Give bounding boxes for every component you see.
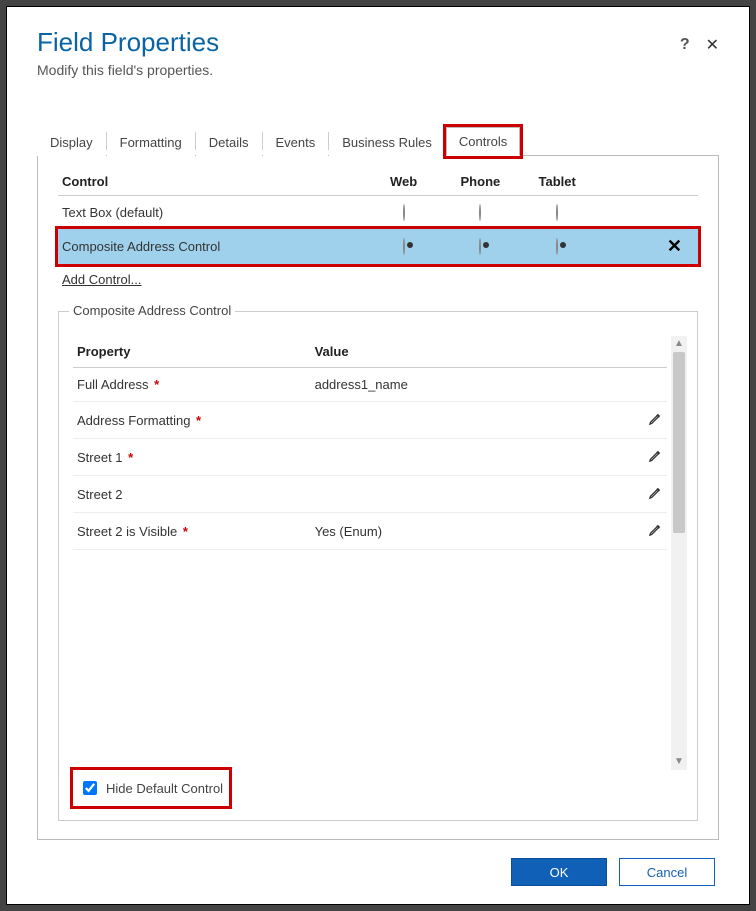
control-row-composite-address[interactable]: Composite Address Control ✕: [58, 229, 698, 264]
property-name: Street 2 is Visible *: [73, 513, 311, 550]
col-tablet: Tablet: [519, 174, 596, 196]
properties-table: Property Value Full Address *address1_na…: [73, 336, 667, 550]
control-name: Text Box (default): [58, 196, 365, 229]
control-properties-fieldset: Composite Address Control Property Value: [58, 311, 698, 821]
dialog-title: Field Properties: [37, 27, 680, 58]
hide-default-control-input[interactable]: [83, 781, 97, 795]
scroll-thumb[interactable]: [673, 352, 685, 533]
required-star-icon: *: [179, 524, 188, 539]
tab-controls[interactable]: Controls: [446, 127, 520, 156]
col-web: Web: [365, 174, 442, 196]
radio-phone[interactable]: [479, 238, 481, 255]
tab-formatting[interactable]: Formatting: [107, 128, 195, 156]
property-row: Street 2 is Visible *Yes (Enum): [73, 513, 667, 550]
tab-events[interactable]: Events: [263, 128, 329, 156]
property-value: Yes (Enum): [311, 513, 608, 550]
hide-default-control-label: Hide Default Control: [106, 781, 223, 796]
property-row: Street 2: [73, 476, 667, 513]
tab-details[interactable]: Details: [196, 128, 262, 156]
radio-web[interactable]: [403, 238, 405, 255]
required-star-icon: *: [192, 413, 201, 428]
property-name: Address Formatting *: [73, 402, 311, 439]
fieldset-legend: Composite Address Control: [69, 303, 235, 318]
edit-property-icon[interactable]: [608, 402, 667, 439]
property-value: [311, 476, 608, 513]
help-icon[interactable]: ?: [680, 36, 690, 54]
property-value: [311, 402, 608, 439]
cancel-button[interactable]: Cancel: [619, 858, 715, 886]
radio-tablet[interactable]: [556, 204, 558, 221]
radio-web[interactable]: [403, 204, 405, 221]
close-icon[interactable]: ✕: [706, 35, 719, 55]
controls-tab-panel: Control Web Phone Tablet Text Box (defau…: [37, 156, 719, 840]
control-row-textbox[interactable]: Text Box (default): [58, 196, 698, 229]
tab-business-rules[interactable]: Business Rules: [329, 128, 445, 156]
scroll-up-icon[interactable]: ▲: [674, 336, 684, 352]
scroll-down-icon[interactable]: ▼: [674, 754, 684, 770]
add-control-link[interactable]: Add Control...: [58, 264, 698, 287]
edit-property-icon[interactable]: [608, 476, 667, 513]
col-control: Control: [58, 174, 365, 196]
hide-default-control-checkbox[interactable]: Hide Default Control: [73, 770, 229, 806]
edit-property-icon[interactable]: [608, 439, 667, 476]
tab-strip: Display Formatting Details Events Busine…: [37, 126, 719, 156]
property-name: Full Address *: [73, 368, 311, 402]
property-row: Address Formatting *: [73, 402, 667, 439]
controls-table: Control Web Phone Tablet Text Box (defau…: [58, 174, 698, 264]
radio-tablet[interactable]: [556, 238, 558, 255]
property-value: address1_name: [311, 368, 608, 402]
ok-button[interactable]: OK: [511, 858, 607, 886]
property-name: Street 1 *: [73, 439, 311, 476]
col-phone: Phone: [442, 174, 519, 196]
radio-phone[interactable]: [479, 204, 481, 221]
property-name: Street 2: [73, 476, 311, 513]
required-star-icon: *: [151, 377, 160, 392]
property-row: Street 1 *: [73, 439, 667, 476]
property-value: [311, 439, 608, 476]
remove-control-icon[interactable]: ✕: [667, 236, 682, 256]
edit-property-icon[interactable]: [608, 513, 667, 550]
col-property: Property: [73, 336, 311, 368]
dialog-subtitle: Modify this field's properties.: [37, 62, 719, 78]
control-name: Composite Address Control: [58, 229, 365, 264]
field-properties-dialog: Field Properties ? ✕ Modify this field's…: [6, 6, 750, 905]
properties-scrollbar[interactable]: ▲ ▼: [671, 336, 687, 770]
col-value: Value: [311, 336, 608, 368]
required-star-icon: *: [125, 450, 134, 465]
property-row: Full Address *address1_name: [73, 368, 667, 402]
dialog-footer: OK Cancel: [37, 840, 719, 904]
tab-display[interactable]: Display: [37, 128, 106, 156]
